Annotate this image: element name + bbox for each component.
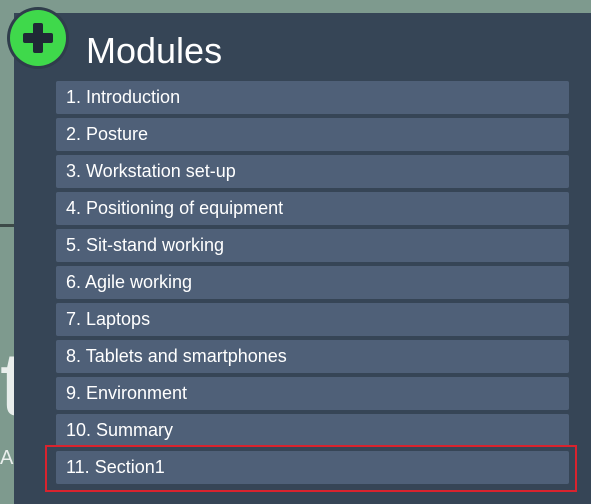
module-label: 10. Summary [66, 420, 174, 440]
module-label: 4. Positioning of equipment [66, 198, 284, 218]
module-item-positioning-of-equipment[interactable]: 4. Positioning of equipment [56, 192, 569, 225]
plus-icon [23, 23, 53, 53]
module-item-workstation-setup[interactable]: 3. Workstation set-up [56, 155, 569, 188]
screen: t AIN Modules 1. Introduction 2. Posture… [0, 0, 591, 504]
module-item-agile-working[interactable]: 6. Agile working [56, 266, 569, 299]
panel-title: Modules [86, 30, 223, 71]
module-label: 7. Laptops [66, 309, 151, 329]
module-item-summary[interactable]: 10. Summary [56, 414, 569, 447]
plus-circle-icon [10, 10, 66, 66]
module-label: 5. Sit-stand working [66, 235, 225, 255]
module-label: 6. Agile working [66, 272, 193, 292]
module-list: 1. Introduction 2. Posture 3. Workstatio… [56, 81, 569, 488]
module-item-sit-stand-working[interactable]: 5. Sit-stand working [56, 229, 569, 262]
add-module-button[interactable] [7, 7, 69, 69]
module-label: 11. Section1 [66, 457, 165, 477]
module-item-environment[interactable]: 9. Environment [56, 377, 569, 410]
module-item-posture[interactable]: 2. Posture [56, 118, 569, 151]
module-label: 1. Introduction [66, 87, 181, 107]
module-label: 3. Workstation set-up [66, 161, 236, 181]
module-label: 9. Environment [66, 383, 188, 403]
module-item-section1[interactable]: 11. Section1 [56, 451, 569, 484]
module-label: 2. Posture [66, 124, 149, 144]
module-item-introduction[interactable]: 1. Introduction [56, 81, 569, 114]
modules-panel: Modules 1. Introduction 2. Posture 3. Wo… [14, 13, 591, 504]
module-label: 8. Tablets and smartphones [66, 346, 287, 366]
module-item-laptops[interactable]: 7. Laptops [56, 303, 569, 336]
module-item-tablets-and-smartphones[interactable]: 8. Tablets and smartphones [56, 340, 569, 373]
